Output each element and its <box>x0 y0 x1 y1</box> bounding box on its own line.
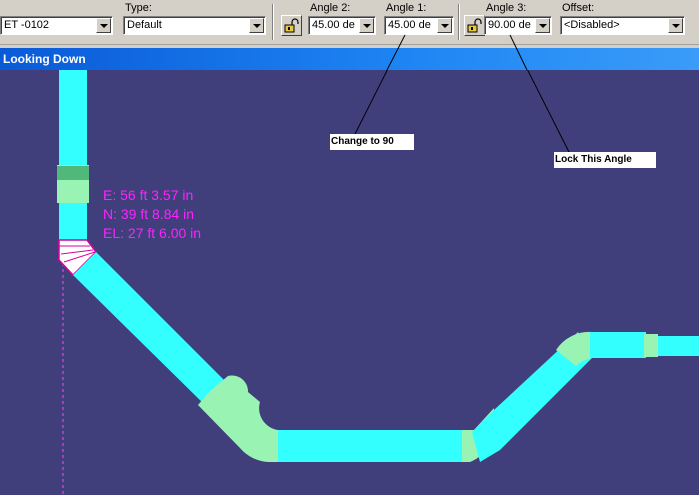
type-select[interactable]: Default <box>123 16 266 35</box>
pipe-horizontal-bottom[interactable] <box>278 430 464 462</box>
angle1-label: Angle 1: <box>386 2 427 14</box>
angle2-lock-button[interactable] <box>281 15 302 36</box>
properties-toolbar: ET -0102 Type: Default Angle 2: 45.00 de… <box>0 0 699 45</box>
drawing-viewport[interactable]: E: 56 ft 3.57 in N: 39 ft 8.84 in EL: 27… <box>0 70 699 495</box>
angle3-select[interactable]: 90.00 de <box>484 16 552 35</box>
view-title: Looking Down <box>3 52 86 66</box>
angle3-lock-button[interactable] <box>464 15 485 36</box>
item-select-value: ET -0102 <box>4 19 50 31</box>
chevron-down-icon[interactable] <box>249 18 264 33</box>
coupling-band <box>57 166 89 180</box>
unlock-icon <box>284 18 299 33</box>
view-title-bar: Looking Down <box>0 48 699 70</box>
elevation-coordinate: EL: 27 ft 6.00 in <box>103 225 202 241</box>
chevron-down-icon[interactable] <box>437 18 452 33</box>
chevron-down-icon[interactable] <box>96 18 111 33</box>
angle2-label: Angle 2: <box>310 2 351 14</box>
chevron-down-icon[interactable] <box>668 18 683 33</box>
type-select-value: Default <box>127 19 162 31</box>
coordinate-readout: E: 56 ft 3.57 in N: 39 ft 8.84 in EL: 27… <box>103 186 201 243</box>
east-coordinate: E: 56 ft 3.57 in <box>103 187 194 203</box>
change-note: Change to 90 <box>330 134 414 150</box>
angle3-label: Angle 3: <box>486 2 527 14</box>
pipe-diagonal-left[interactable] <box>73 252 232 410</box>
pipe-horizontal-end[interactable] <box>658 336 699 356</box>
offset-select[interactable]: <Disabled> <box>560 16 685 35</box>
leader-line-angle3 <box>527 70 571 155</box>
angle2-select-value: 45.00 de <box>312 19 355 31</box>
pipe-horizontal-top[interactable] <box>590 332 646 358</box>
toolbar-separator <box>272 4 274 40</box>
pipe-vertical[interactable] <box>59 70 87 242</box>
angle1-select[interactable]: 45.00 de <box>384 16 454 35</box>
offset-select-value: <Disabled> <box>564 19 620 31</box>
unlock-icon <box>467 18 482 33</box>
pipe-coupling-right[interactable] <box>644 334 658 357</box>
leader-line-angle1 <box>353 70 388 137</box>
chevron-down-icon[interactable] <box>359 18 374 33</box>
angle2-select[interactable]: 45.00 de <box>308 16 376 35</box>
chevron-down-icon[interactable] <box>535 18 550 33</box>
north-coordinate: N: 39 ft 8.84 in <box>103 206 195 222</box>
offset-label: Offset: <box>562 2 595 14</box>
angle1-select-value: 45.00 de <box>388 19 431 31</box>
item-select[interactable]: ET -0102 <box>0 16 113 35</box>
angle3-select-value: 90.00 de <box>488 19 531 31</box>
lock-note: Lock This Angle <box>554 152 656 168</box>
type-label: Type: <box>125 2 152 14</box>
toolbar-separator <box>458 4 460 40</box>
